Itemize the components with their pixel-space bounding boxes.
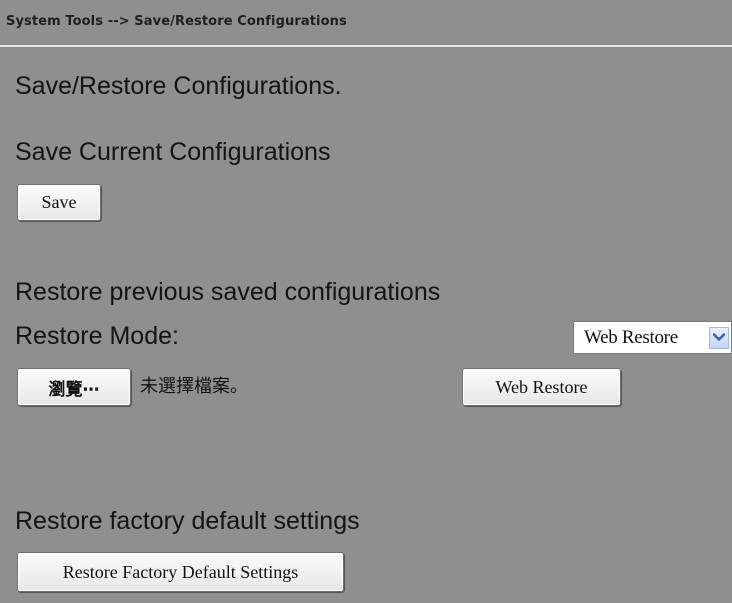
chevron-down-icon[interactable] xyxy=(709,326,729,349)
save-button[interactable]: Save xyxy=(17,184,101,221)
file-status-text: 未選擇檔案。 xyxy=(140,376,248,397)
browse-file-button[interactable]: 瀏覽⋯ xyxy=(17,368,131,406)
restore-mode-label: Restore Mode: xyxy=(15,322,179,350)
restore-section-heading: Restore previous saved configurations xyxy=(15,278,441,306)
factory-section-heading: Restore factory default settings xyxy=(15,507,360,535)
restore-factory-default-button[interactable]: Restore Factory Default Settings xyxy=(17,552,344,592)
restore-mode-select[interactable]: Web Restore xyxy=(573,321,732,354)
save-section-heading: Save Current Configurations xyxy=(15,138,331,166)
breadcrumb: System Tools --> Save/Restore Configurat… xyxy=(6,14,347,29)
page-title: Save/Restore Configurations. xyxy=(15,72,342,100)
web-restore-button[interactable]: Web Restore xyxy=(462,368,621,406)
restore-mode-selected-value: Web Restore xyxy=(584,326,678,348)
header-divider xyxy=(0,45,732,47)
